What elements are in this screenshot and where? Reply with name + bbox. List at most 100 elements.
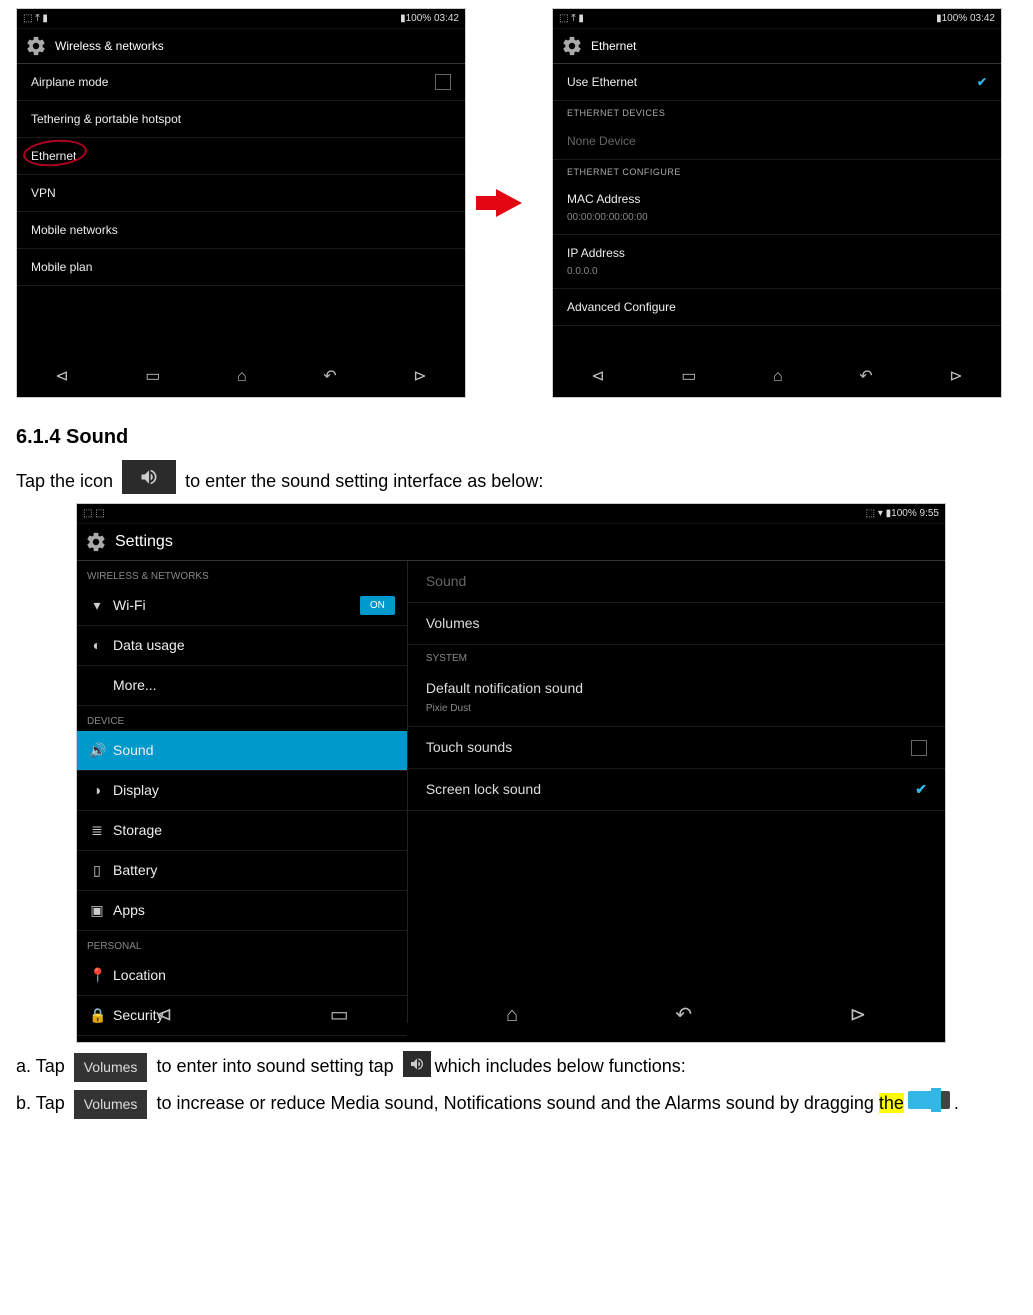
nav-back-icon[interactable]: ↶ bbox=[675, 1000, 692, 1030]
gear-icon bbox=[561, 35, 583, 57]
item-label: IP Address bbox=[567, 246, 625, 260]
main-section-system: SYSTEM bbox=[408, 645, 945, 668]
nav-bar: ⊲ ▭ ⌂ ↶ ⊳ bbox=[553, 357, 1001, 397]
main-item-screen-lock-sound[interactable]: Screen lock sound ✔ bbox=[408, 769, 945, 811]
screen-title: Wireless & networks bbox=[55, 37, 164, 55]
item-label: Tethering & portable hotspot bbox=[31, 110, 181, 128]
battery-icon: ▯ bbox=[89, 860, 105, 881]
wifi-icon: ▾ bbox=[89, 595, 105, 616]
main-item-volumes[interactable]: Volumes bbox=[408, 603, 945, 645]
side-item-battery[interactable]: ▯ Battery bbox=[77, 851, 407, 891]
side-item-display[interactable]: ◑ Display bbox=[77, 771, 407, 811]
item-sub: 00:00:00:00:00:00 bbox=[567, 210, 648, 225]
status-right: ▮100% 03:42 bbox=[936, 11, 995, 26]
status-right: ⬚ ▾ ▮100% 9:55 bbox=[866, 506, 939, 521]
side-item-label: Location bbox=[113, 965, 166, 986]
wifi-toggle[interactable]: ON bbox=[360, 596, 395, 615]
nav-bar: ⊲ ▭ ⌂ ↶ ⊳ bbox=[77, 988, 945, 1042]
status-left: ⬚ ⬚ bbox=[83, 506, 105, 521]
status-bar: ⬚ ⤒ ▮ ▮100% 03:42 bbox=[553, 9, 1001, 29]
nav-vol-up-icon[interactable]: ⊳ bbox=[949, 365, 962, 389]
screen-header: Ethernet bbox=[553, 29, 1001, 64]
side-item-label: Apps bbox=[113, 900, 145, 921]
main-item-touch-sounds[interactable]: Touch sounds bbox=[408, 727, 945, 769]
data-icon: ◐ bbox=[89, 635, 105, 656]
item-ip-address[interactable]: IP Address 0.0.0.0 bbox=[553, 235, 1001, 289]
item-use-ethernet[interactable]: Use Ethernet ✔ bbox=[553, 64, 1001, 101]
section-ethernet-devices: ETHERNET DEVICES bbox=[553, 101, 1001, 123]
nav-recent-icon[interactable]: ▭ bbox=[681, 365, 696, 389]
nav-vol-down-icon[interactable]: ⊲ bbox=[156, 1000, 173, 1030]
item-none-device: None Device bbox=[553, 123, 1001, 160]
nav-back-icon[interactable]: ↶ bbox=[859, 365, 872, 389]
paragraph-2: a. Tap Volumes to enter into sound setti… bbox=[16, 1051, 1016, 1082]
nav-recent-icon[interactable]: ▭ bbox=[145, 365, 160, 389]
screen-title: Settings bbox=[115, 530, 173, 554]
item-mobile-networks[interactable]: Mobile networks bbox=[17, 212, 465, 249]
paragraph-3: b. Tap Volumes to increase or reduce Med… bbox=[16, 1090, 1016, 1119]
location-icon: 📍 bbox=[89, 965, 105, 986]
display-icon: ◑ bbox=[89, 780, 105, 801]
nav-recent-icon[interactable]: ▭ bbox=[330, 1000, 349, 1030]
checkbox-empty-icon[interactable] bbox=[435, 74, 451, 90]
item-airplane-mode[interactable]: Airplane mode bbox=[17, 64, 465, 101]
side-item-sound[interactable]: 🔊 Sound bbox=[77, 731, 407, 771]
main-item-label: Default notification sound bbox=[426, 680, 583, 696]
nav-vol-down-icon[interactable]: ⊲ bbox=[55, 365, 68, 389]
nav-home-icon[interactable]: ⌂ bbox=[237, 365, 247, 389]
nav-home-icon[interactable]: ⌂ bbox=[506, 1000, 518, 1030]
screen-header: Wireless & networks bbox=[17, 29, 465, 64]
sound-icon: 🔊 bbox=[89, 740, 105, 761]
nav-vol-up-icon[interactable]: ⊳ bbox=[850, 1000, 867, 1030]
main-item-label: Touch sounds bbox=[426, 737, 512, 758]
item-label: Mobile networks bbox=[31, 221, 118, 239]
item-ethernet[interactable]: Ethernet bbox=[17, 138, 465, 175]
item-advanced-configure[interactable]: Advanced Configure bbox=[553, 289, 1001, 326]
item-sub: 0.0.0.0 bbox=[567, 264, 625, 279]
side-section-device: DEVICE bbox=[77, 706, 407, 731]
side-item-label: Wi-Fi bbox=[113, 595, 146, 616]
storage-icon: ≣ bbox=[89, 820, 105, 841]
side-item-storage[interactable]: ≣ Storage bbox=[77, 811, 407, 851]
item-label: None Device bbox=[567, 132, 636, 150]
side-item-wifi[interactable]: ▾ Wi-Fi ON bbox=[77, 586, 407, 626]
main-item-label: Screen lock sound bbox=[426, 779, 541, 800]
item-label: Advanced Configure bbox=[567, 298, 676, 316]
checkbox-empty-icon[interactable] bbox=[911, 740, 927, 756]
main-item-label: Volumes bbox=[426, 613, 480, 634]
screen-title: Ethernet bbox=[591, 37, 636, 55]
status-left: ⬚ ⤒ ▮ bbox=[559, 11, 584, 26]
item-label: MAC Address bbox=[567, 192, 640, 206]
item-label: Mobile plan bbox=[31, 258, 92, 276]
main-item-notification-sound[interactable]: Default notification sound Pixie Dust bbox=[408, 668, 945, 727]
screenshot-settings-sound: ⬚ ⬚ ⬚ ▾ ▮100% 9:55 Settings WIRELESS & N… bbox=[76, 503, 946, 1043]
item-mac-address[interactable]: MAC Address 00:00:00:00:00:00 bbox=[553, 181, 1001, 235]
side-item-data-usage[interactable]: ◐ Data usage bbox=[77, 626, 407, 666]
side-item-label: More... bbox=[113, 675, 157, 696]
apps-icon: ▣ bbox=[89, 900, 105, 921]
paragraph-1: Tap the icon to enter the sound setting … bbox=[16, 460, 1016, 495]
item-tethering[interactable]: Tethering & portable hotspot bbox=[17, 101, 465, 138]
settings-main-panel: Sound Volumes SYSTEM Default notificatio… bbox=[408, 561, 945, 1023]
nav-home-icon[interactable]: ⌂ bbox=[773, 365, 783, 389]
nav-bar: ⊲ ▭ ⌂ ↶ ⊳ bbox=[17, 357, 465, 397]
side-item-apps[interactable]: ▣ Apps bbox=[77, 891, 407, 931]
side-section-wireless: WIRELESS & NETWORKS bbox=[77, 561, 407, 586]
sound-icon bbox=[122, 460, 176, 494]
nav-back-icon[interactable]: ↶ bbox=[323, 365, 336, 389]
item-vpn[interactable]: VPN bbox=[17, 175, 465, 212]
main-header: Sound bbox=[408, 561, 945, 603]
highlighted-text: the bbox=[879, 1093, 904, 1113]
settings-sidebar: WIRELESS & NETWORKS ▾ Wi-Fi ON ◐ Data us… bbox=[77, 561, 408, 1023]
section-ethernet-configure: ETHERNET CONFIGURE bbox=[553, 160, 1001, 182]
screenshot-wireless-networks: ⬚ ⤒ ▮ ▮100% 03:42 Wireless & networks Ai… bbox=[16, 8, 466, 398]
item-mobile-plan[interactable]: Mobile plan bbox=[17, 249, 465, 286]
side-item-label: Display bbox=[113, 780, 159, 801]
status-bar: ⬚ ⤒ ▮ ▮100% 03:42 bbox=[17, 9, 465, 29]
main-item-sub: Pixie Dust bbox=[426, 701, 583, 716]
item-label: Airplane mode bbox=[31, 73, 108, 91]
nav-vol-up-icon[interactable]: ⊳ bbox=[413, 365, 426, 389]
side-item-more[interactable]: More... bbox=[77, 666, 407, 706]
nav-vol-down-icon[interactable]: ⊲ bbox=[591, 365, 604, 389]
main-header-label: Sound bbox=[426, 571, 466, 592]
